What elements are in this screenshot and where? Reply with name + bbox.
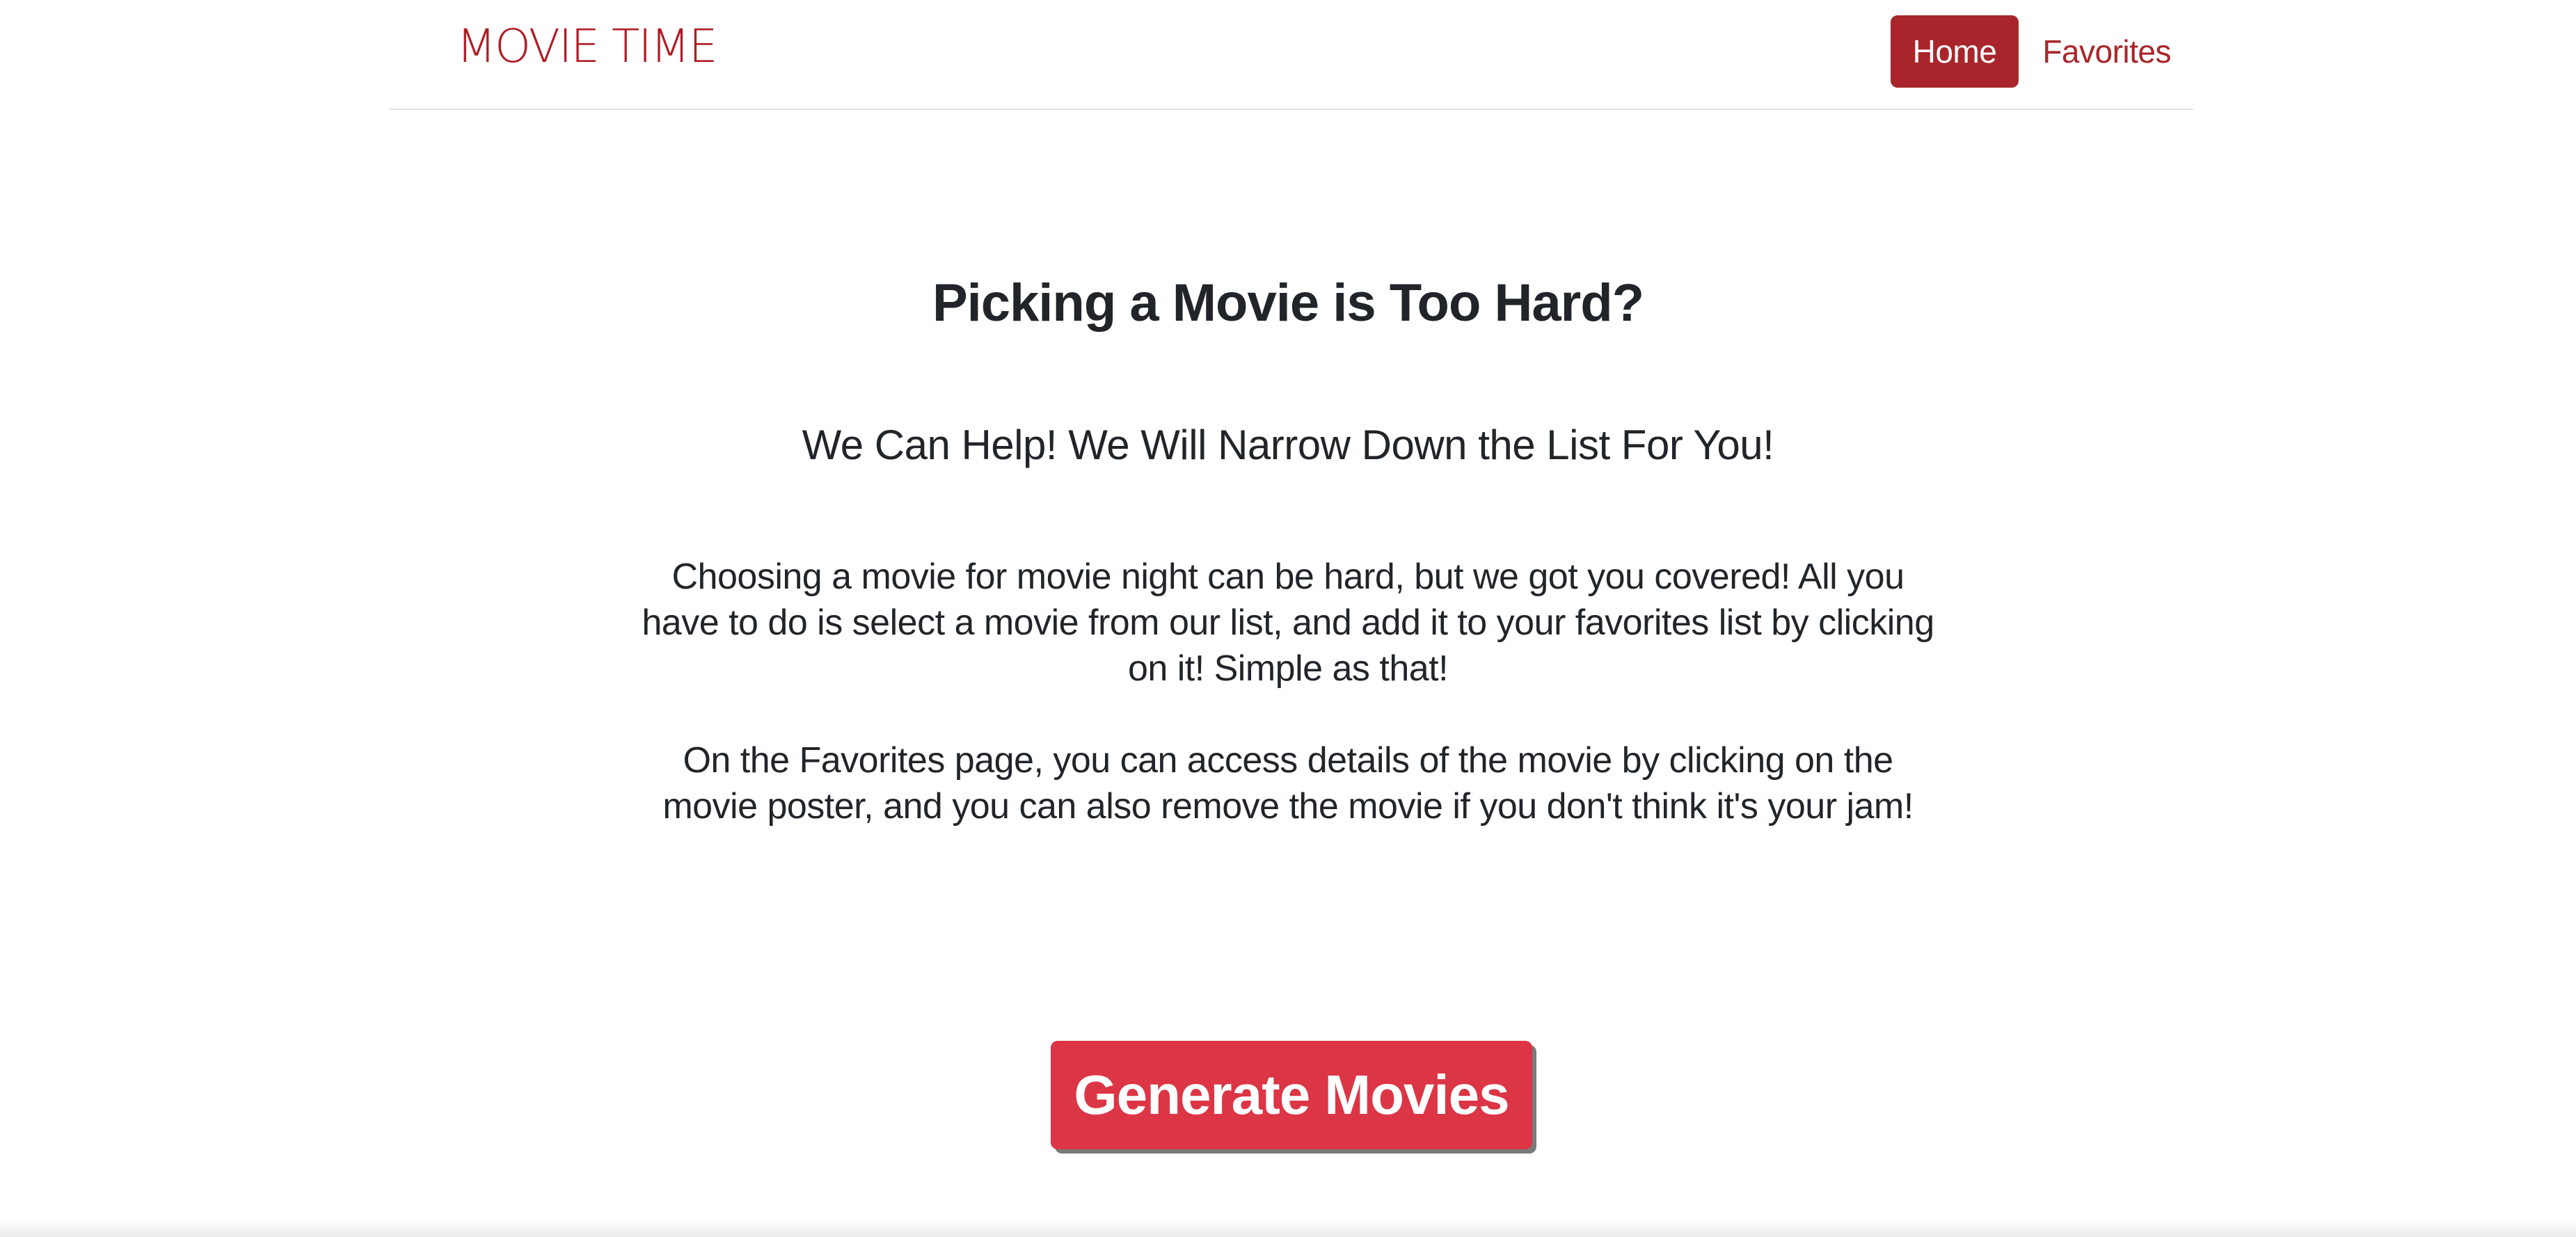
description-paragraph: Choosing a movie for movie night can be …	[642, 557, 1934, 689]
description-paragraph: On the Favorites page, you can access de…	[662, 740, 1914, 827]
brand-logo[interactable]: MOVIE TIME	[456, 24, 717, 70]
generate-movies-button[interactable]: Generate Movies	[1051, 1041, 1532, 1149]
page-bottom-edge	[0, 1219, 2576, 1237]
nav-favorites-link[interactable]: Favorites	[2020, 15, 2193, 88]
nav-home-link[interactable]: Home	[1890, 15, 2019, 88]
navbar: MOVIE TIME Home Favorites	[390, 0, 2193, 110]
hero-subtitle: We Can Help! We Will Narrow Down the Lis…	[802, 422, 1774, 468]
hero-title: Picking a Movie is Too Hard?	[932, 273, 1644, 333]
nav-links: Home Favorites	[1890, 15, 2193, 88]
